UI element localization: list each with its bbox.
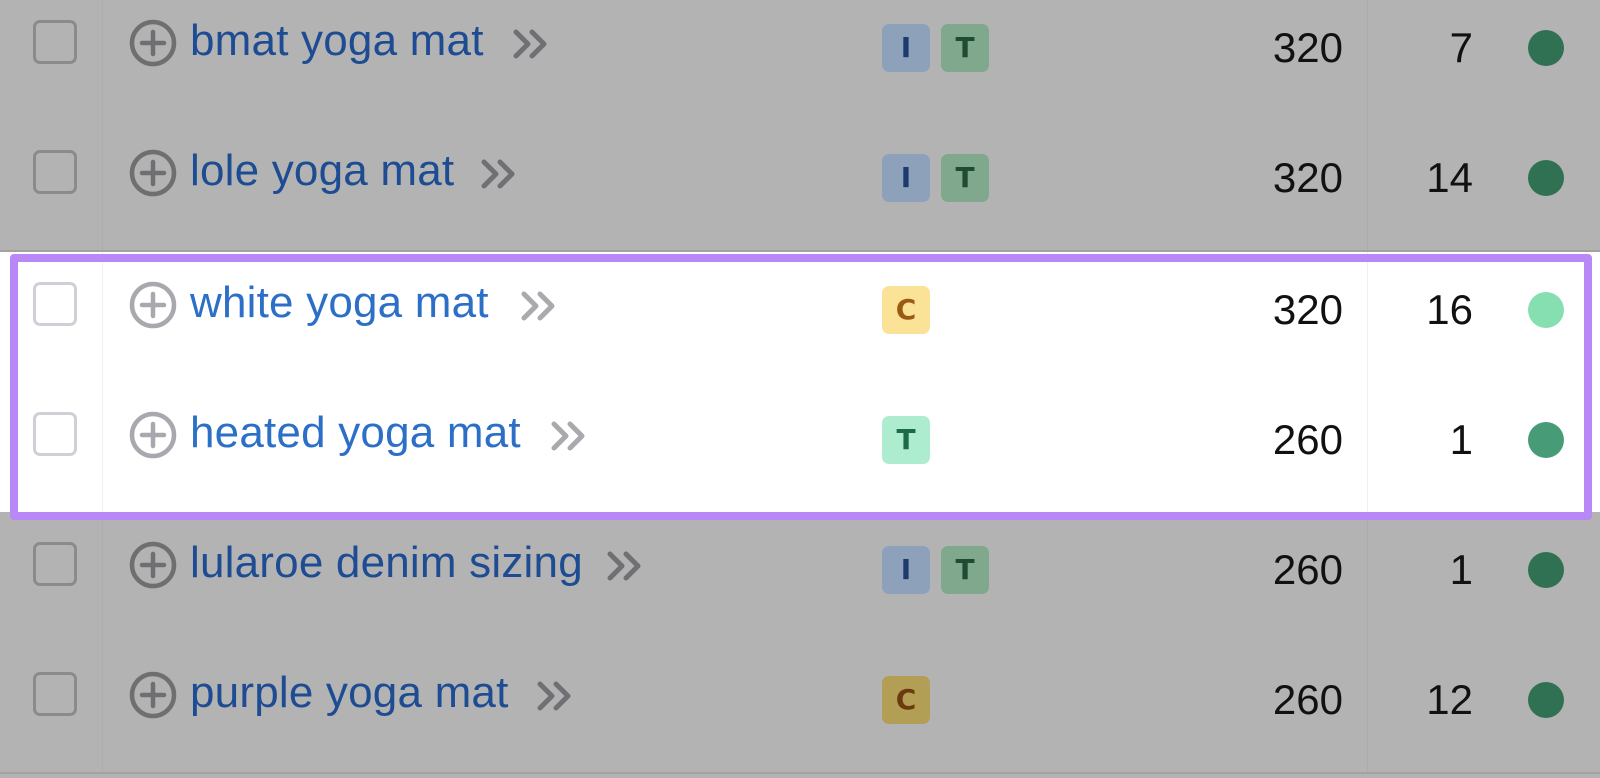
intent-badge-commercial: C: [882, 676, 930, 724]
intent-badge-transactional: T: [882, 416, 930, 464]
keyword-link[interactable]: lole yoga mat: [190, 142, 454, 200]
keyword-link[interactable]: bmat yoga mat: [190, 12, 484, 70]
intent-badge-informational: I: [882, 546, 930, 594]
row-checkbox[interactable]: [33, 282, 77, 326]
keyword-link[interactable]: heated yoga mat: [190, 404, 521, 462]
kd-indicator-dot: [1528, 292, 1564, 328]
plus-circle-icon[interactable]: [128, 148, 178, 198]
plus-circle-icon[interactable]: [128, 540, 178, 590]
intent-badge-commercial: C: [882, 286, 930, 334]
plus-circle-icon[interactable]: [128, 410, 178, 460]
table-row: lularoe denim sizing I T 260 1: [0, 512, 1600, 644]
table-row: lole yoga mat I T 320 14: [0, 120, 1600, 252]
keyword-difficulty: 14: [1426, 154, 1473, 201]
row-checkbox[interactable]: [33, 542, 77, 586]
row-checkbox[interactable]: [33, 20, 77, 64]
intent-badge-informational: I: [882, 154, 930, 202]
intent-badge-transactional: T: [941, 154, 989, 202]
keyword-difficulty: 16: [1426, 286, 1473, 333]
table-row: bmat yoga mat I T 320 7: [0, 0, 1600, 122]
search-volume: 260: [1272, 416, 1343, 463]
intent-badge-transactional: T: [941, 24, 989, 72]
search-volume: 320: [1272, 154, 1343, 201]
double-chevron-right-icon[interactable]: [478, 154, 522, 194]
table-row: purple yoga mat C 260 12: [0, 642, 1600, 774]
table-row-highlighted: heated yoga mat T 260 1: [0, 382, 1600, 514]
intent-badge-informational: I: [882, 24, 930, 72]
keyword-table: bmat yoga mat I T 320 7 lole yoga mat I …: [0, 0, 1600, 778]
kd-indicator-dot: [1528, 552, 1564, 588]
keyword-difficulty: 1: [1449, 416, 1473, 463]
keyword-link[interactable]: purple yoga mat: [190, 664, 509, 722]
keyword-difficulty: 7: [1449, 24, 1473, 71]
kd-indicator-dot: [1528, 30, 1564, 66]
plus-circle-icon[interactable]: [128, 670, 178, 720]
plus-circle-icon[interactable]: [128, 280, 178, 330]
kd-indicator-dot: [1528, 422, 1564, 458]
keyword-link[interactable]: white yoga mat: [190, 274, 489, 332]
row-checkbox[interactable]: [33, 412, 77, 456]
search-volume: 320: [1272, 24, 1343, 71]
row-checkbox[interactable]: [33, 672, 77, 716]
keyword-difficulty: 1: [1449, 546, 1473, 593]
double-chevron-right-icon[interactable]: [534, 676, 578, 716]
kd-indicator-dot: [1528, 160, 1564, 196]
search-volume: 260: [1272, 546, 1343, 593]
intent-badge-transactional: T: [941, 546, 989, 594]
double-chevron-right-icon[interactable]: [604, 546, 648, 586]
double-chevron-right-icon[interactable]: [548, 416, 592, 456]
kd-indicator-dot: [1528, 682, 1564, 718]
row-checkbox[interactable]: [33, 150, 77, 194]
search-volume: 320: [1272, 286, 1343, 333]
search-volume: 260: [1272, 676, 1343, 723]
table-row-highlighted: white yoga mat C 320 16: [0, 252, 1600, 384]
double-chevron-right-icon[interactable]: [518, 286, 562, 326]
keyword-difficulty: 12: [1426, 676, 1473, 723]
keyword-link[interactable]: lularoe denim sizing: [190, 534, 583, 592]
plus-circle-icon[interactable]: [128, 18, 178, 68]
double-chevron-right-icon[interactable]: [510, 24, 554, 64]
